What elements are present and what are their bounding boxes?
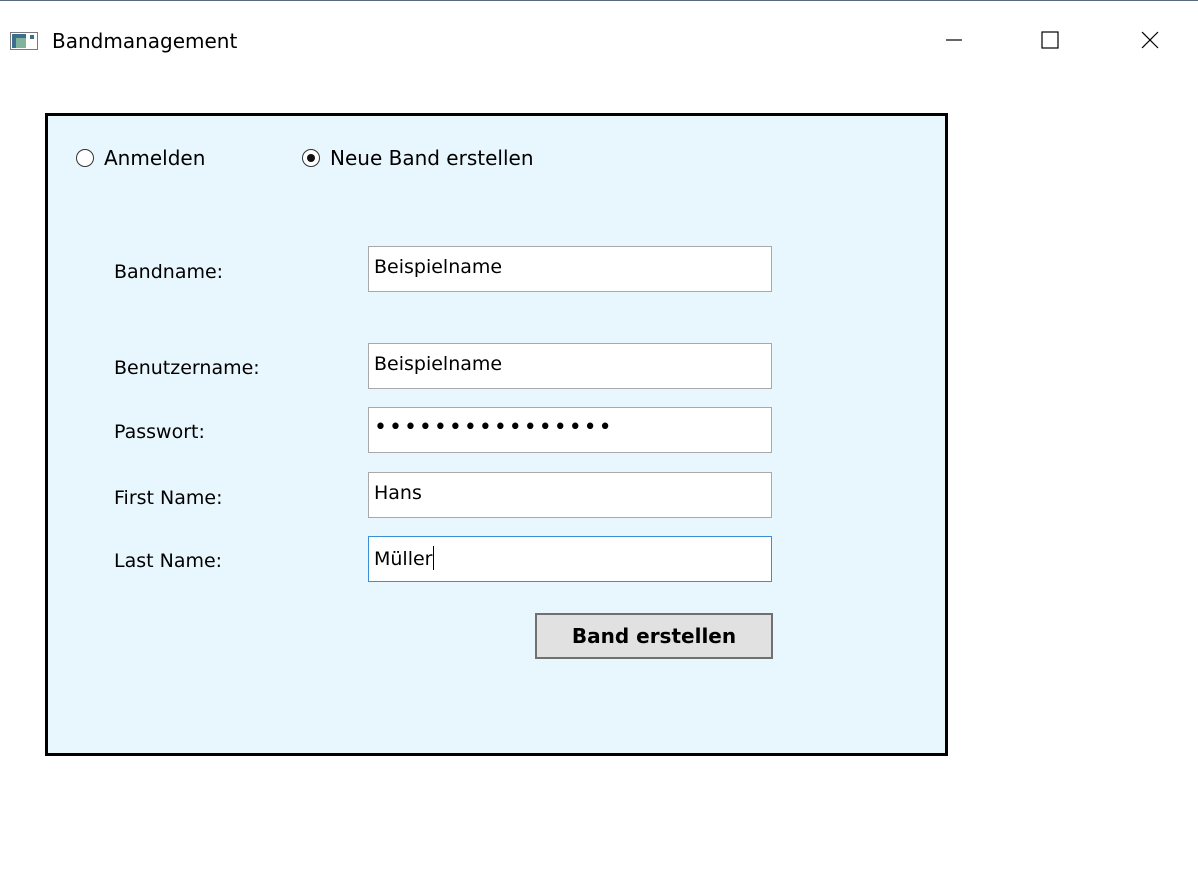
title-bar[interactable]: Bandmanagement (0, 1, 1198, 81)
band-form-panel: Anmelden Neue Band erstellen Bandname: B… (45, 113, 948, 756)
radio-anmelden-label: Anmelden (104, 146, 206, 170)
maximize-icon (1041, 31, 1059, 49)
close-icon (1141, 31, 1159, 49)
text-caret (432, 546, 434, 570)
maximize-button[interactable] (1020, 17, 1080, 63)
last-name-value: Müller (374, 548, 433, 570)
app-window: Bandmanagement Anmelden Neue Band erstel… (0, 0, 1198, 887)
passwort-input[interactable]: •••••••••••••••• (368, 407, 772, 453)
minimize-button[interactable] (924, 17, 984, 63)
first-name-input[interactable]: Hans (368, 472, 772, 518)
bandname-label: Bandname: (114, 261, 224, 283)
radio-neue-band[interactable]: Neue Band erstellen (302, 146, 534, 170)
close-button[interactable] (1120, 17, 1180, 63)
benutzername-label: Benutzername: (114, 357, 260, 379)
first-name-label: First Name: (114, 487, 223, 509)
password-mask: •••••••••••••••• (374, 415, 614, 440)
radio-checked-icon (302, 149, 320, 167)
last-name-input[interactable]: Müller (368, 536, 772, 582)
radio-neue-band-label: Neue Band erstellen (330, 146, 534, 170)
app-icon (10, 32, 38, 50)
last-name-label: Last Name: (114, 550, 223, 572)
benutzername-input[interactable]: Beispielname (368, 343, 772, 389)
window-title: Bandmanagement (52, 29, 238, 53)
passwort-label: Passwort: (114, 421, 205, 443)
radio-anmelden[interactable]: Anmelden (76, 146, 205, 170)
band-erstellen-button[interactable]: Band erstellen (535, 613, 773, 659)
minimize-icon (946, 39, 962, 41)
bandname-input[interactable]: Beispielname (368, 246, 772, 292)
radio-unchecked-icon (76, 149, 94, 167)
